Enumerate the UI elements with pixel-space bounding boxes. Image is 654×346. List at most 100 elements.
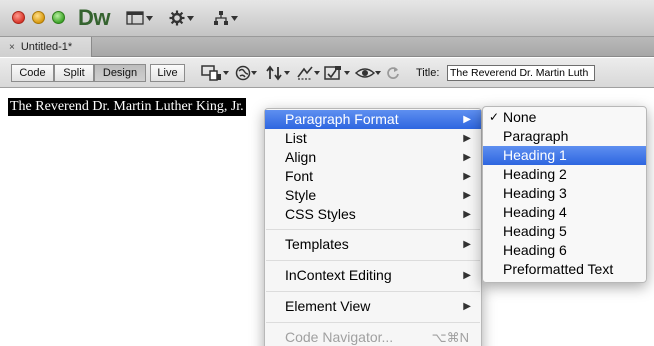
multiscreen-button[interactable] — [201, 64, 229, 82]
menu-item-style[interactable]: Style ▶ — [265, 186, 481, 205]
eye-icon — [355, 68, 375, 78]
submenu-item-label: Heading 2 — [503, 166, 567, 182]
code-view-button[interactable]: Code — [11, 64, 54, 82]
menu-item-label: CSS Styles — [285, 206, 356, 222]
submenu-arrow-icon: ▶ — [463, 133, 471, 144]
menu-separator — [266, 322, 480, 323]
menu-item-paragraph-format[interactable]: Paragraph Format ▶ — [265, 110, 481, 129]
chevron-down-icon — [344, 71, 350, 75]
menu-item-label: InContext Editing — [285, 267, 392, 283]
menu-item-list[interactable]: List ▶ — [265, 129, 481, 148]
menu-item-label: Code Navigator... — [285, 329, 394, 345]
chevron-down-icon — [284, 71, 290, 75]
submenu-item-heading-2[interactable]: Heading 2 — [483, 165, 646, 184]
file-management-button[interactable] — [266, 64, 290, 82]
submenu-item-heading-6[interactable]: Heading 6 — [483, 241, 646, 260]
submenu-item-label: Preformatted Text — [503, 261, 614, 277]
document-tab-bar: × Untitled-1* — [0, 37, 654, 57]
submenu-arrow-icon: ▶ — [463, 171, 471, 182]
submenu-item-heading-3[interactable]: Heading 3 — [483, 184, 646, 203]
menu-item-align[interactable]: Align ▶ — [265, 148, 481, 167]
menu-item-label: Paragraph Format — [285, 111, 399, 127]
checkmark-icon: ✓ — [489, 110, 500, 124]
submenu-arrow-icon: ▶ — [463, 270, 471, 281]
extend-menu-button[interactable] — [169, 10, 194, 26]
validate-markup-button[interactable] — [324, 64, 350, 82]
submenu-item-label: Heading 1 — [503, 147, 567, 163]
submenu-item-none[interactable]: ✓ None — [483, 108, 646, 127]
menu-item-css-styles[interactable]: CSS Styles ▶ — [265, 205, 481, 224]
chevron-down-icon — [251, 71, 257, 75]
submenu-arrow-icon: ▶ — [463, 209, 471, 220]
transfer-arrows-icon — [266, 65, 282, 81]
submenu-item-label: Heading 6 — [503, 242, 567, 258]
submenu-item-heading-1[interactable]: Heading 1 — [483, 146, 646, 165]
submenu-item-paragraph[interactable]: Paragraph — [483, 127, 646, 146]
menu-separator — [266, 291, 480, 292]
chevron-down-icon — [223, 71, 229, 75]
refresh-button[interactable] — [386, 64, 400, 82]
submenu-item-preformatted-text[interactable]: Preformatted Text — [483, 260, 646, 279]
preview-browser-button[interactable] — [235, 64, 257, 82]
submenu-arrow-icon: ▶ — [463, 114, 471, 125]
layout-menu-button[interactable] — [126, 10, 153, 26]
site-menu-button[interactable] — [213, 10, 238, 26]
refresh-icon — [387, 67, 399, 79]
context-menu: Paragraph Format ▶ List ▶ Align ▶ Font ▶… — [264, 108, 482, 346]
chevron-down-icon — [314, 71, 320, 75]
submenu-item-heading-4[interactable]: Heading 4 — [483, 203, 646, 222]
menu-item-incontext-editing[interactable]: InContext Editing ▶ — [265, 266, 481, 285]
page-title-input[interactable]: The Reverend Dr. Martin Luth — [447, 65, 595, 81]
document-toolbar: Code Split Design Live Title: The Revere… — [0, 58, 654, 88]
check-browser-compat-button[interactable] — [296, 64, 320, 82]
minimize-window-button[interactable] — [32, 11, 45, 24]
app-title-bar: Dw — [0, 0, 654, 37]
document-tab-label: Untitled-1* — [20, 41, 73, 53]
close-tab-icon[interactable]: × — [9, 42, 15, 53]
dreamweaver-logo: Dw — [78, 5, 111, 30]
layout-icon — [126, 11, 144, 25]
design-view-button[interactable]: Design — [94, 64, 146, 82]
submenu-item-heading-5[interactable]: Heading 5 — [483, 222, 646, 241]
submenu-arrow-icon: ▶ — [463, 190, 471, 201]
menu-item-label: Element View — [285, 298, 371, 314]
chevron-down-icon — [375, 71, 381, 75]
menu-item-label: Align — [285, 149, 317, 165]
menu-item-templates[interactable]: Templates ▶ — [265, 235, 481, 254]
zoom-window-button[interactable] — [52, 11, 65, 24]
menu-item-font[interactable]: Font ▶ — [265, 167, 481, 186]
menu-item-label: List — [285, 130, 307, 146]
multiscreen-icon — [201, 65, 221, 81]
browser-check-icon — [297, 66, 313, 80]
chevron-down-icon — [187, 15, 194, 21]
menu-item-element-view[interactable]: Element View ▶ — [265, 297, 481, 316]
menu-item-label: Font — [285, 168, 314, 184]
close-window-button[interactable] — [12, 11, 25, 24]
submenu-item-label: Heading 4 — [503, 204, 567, 220]
visual-aids-button[interactable] — [355, 64, 381, 82]
menu-item-label: Style — [285, 187, 317, 203]
gear-icon — [169, 10, 185, 26]
paragraph-format-submenu: ✓ None Paragraph Heading 1 Heading 2 Hea… — [482, 106, 647, 283]
submenu-item-label: Paragraph — [503, 128, 569, 144]
split-view-button[interactable]: Split — [54, 64, 94, 82]
globe-icon — [235, 65, 251, 81]
selected-paragraph-text[interactable]: The Reverend Dr. Martin Luther King, Jr. — [8, 98, 246, 116]
validate-icon — [324, 66, 341, 80]
chevron-down-icon — [231, 15, 238, 21]
title-label: Title: — [416, 67, 440, 79]
site-tree-icon — [214, 11, 228, 25]
menu-item-label: Templates — [285, 236, 349, 252]
submenu-arrow-icon: ▶ — [463, 301, 471, 312]
document-tab[interactable]: × Untitled-1* — [0, 37, 92, 57]
chevron-down-icon — [146, 15, 153, 21]
submenu-item-label: Heading 5 — [503, 223, 567, 239]
menu-item-code-navigator: Code Navigator... ⌥⌘N — [265, 328, 481, 346]
live-view-button[interactable]: Live — [150, 64, 185, 82]
submenu-item-label: None — [503, 109, 537, 125]
submenu-arrow-icon: ▶ — [463, 152, 471, 163]
menu-separator — [266, 260, 480, 261]
submenu-item-label: Heading 3 — [503, 185, 567, 201]
menu-separator — [266, 229, 480, 230]
keyboard-shortcut: ⌥⌘N — [431, 330, 469, 345]
